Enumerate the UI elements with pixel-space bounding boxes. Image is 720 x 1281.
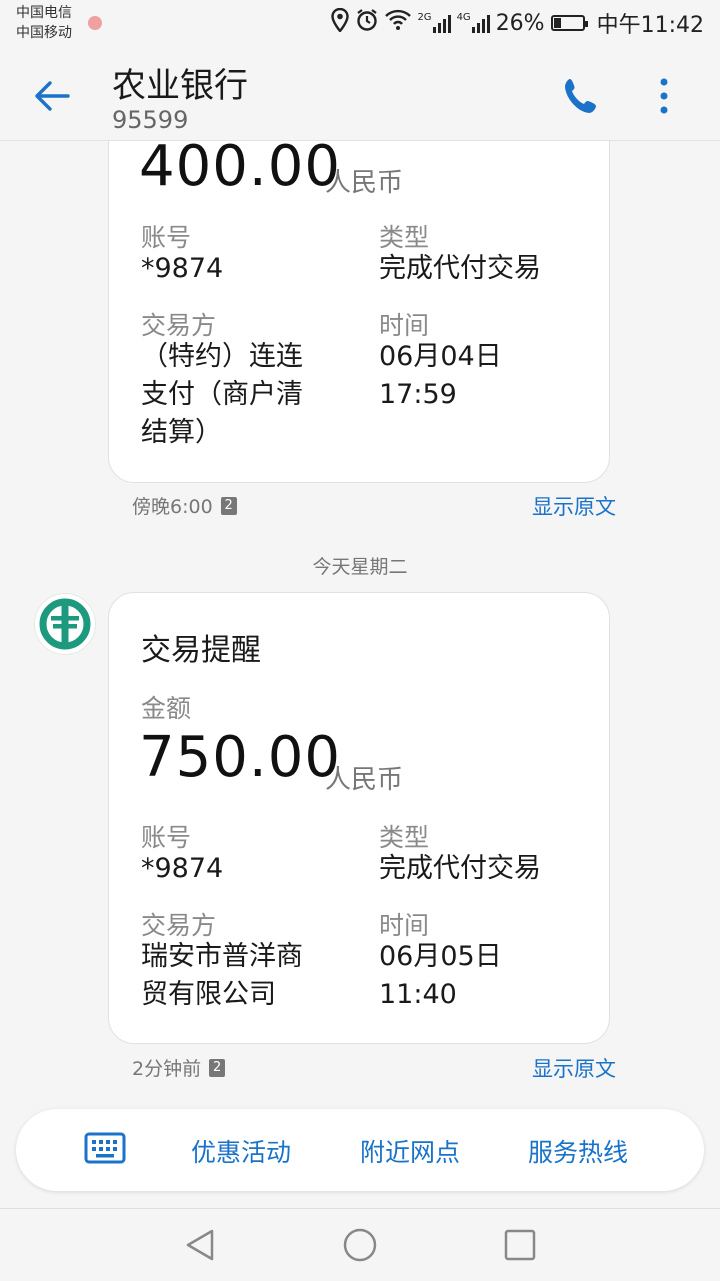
service-menu-bar: 优惠活动 附近网点 服务热线 — [16, 1109, 704, 1191]
sender-avatar — [34, 593, 96, 655]
sim-badge: 2 — [220, 496, 237, 515]
nav-back-button[interactable] — [182, 1227, 218, 1263]
party-value-line-2: 支付（商户清 — [141, 379, 303, 410]
battery-icon — [550, 15, 588, 31]
conversation-number: 95599 — [112, 106, 189, 134]
app-bar: 农业银行 95599 — [0, 48, 720, 141]
day-separator: 今天星期二 — [312, 556, 408, 578]
type-value: 完成代付交易 — [379, 853, 541, 884]
more-options-button[interactable] — [644, 72, 684, 120]
time-value-clock: 11:40 — [379, 979, 457, 1010]
time-label: 时间 — [379, 911, 430, 940]
party-value-line-3: 结算） — [141, 417, 222, 448]
alarm-icon — [355, 8, 379, 38]
party-value-line-1: 瑞安市普洋商 — [141, 941, 303, 972]
signal-1-icon — [432, 13, 451, 33]
network-type-2: 4G — [456, 12, 471, 23]
message-title: 交易提醒 — [141, 633, 261, 668]
message-timestamp: 2分钟前 — [132, 1058, 202, 1080]
time-value-date: 06月05日 — [379, 941, 502, 972]
sim-badge: 2 — [209, 1058, 226, 1077]
party-value-line-2: 贸有限公司 — [141, 979, 276, 1010]
menu-nearby-branches[interactable]: 附近网点 — [360, 1133, 460, 1169]
account-label: 账号 — [141, 223, 192, 252]
party-label: 交易方 — [141, 311, 217, 340]
time-value-clock: 17:59 — [379, 379, 457, 410]
currency-label: 人民币 — [325, 168, 404, 198]
carrier-1: 中国电信 — [16, 5, 72, 21]
nav-home-button[interactable] — [342, 1227, 378, 1263]
amount-value: 400.00 — [139, 141, 341, 199]
wifi-icon — [385, 9, 412, 37]
message-meta: 傍晚6:00 2 — [132, 492, 237, 519]
circle-home-icon — [343, 1228, 377, 1262]
square-recents-icon — [504, 1229, 536, 1261]
system-nav-bar — [0, 1208, 720, 1281]
notification-icon — [88, 16, 102, 30]
carrier-2: 中国移动 — [16, 25, 72, 41]
clock: 中午11:42 — [596, 13, 704, 38]
nav-recents-button[interactable] — [502, 1227, 538, 1263]
more-vertical-icon — [660, 78, 668, 114]
account-value: *9874 — [141, 253, 224, 284]
status-bar: 中国电信 中国移动 2G 4G 26% 中午11:42 — [0, 0, 720, 48]
triangle-back-icon — [186, 1229, 214, 1261]
account-label: 账号 — [141, 823, 192, 852]
time-value-date: 06月04日 — [379, 341, 502, 372]
menu-promotions[interactable]: 优惠活动 — [191, 1133, 291, 1169]
menu-service-hotline[interactable]: 服务热线 — [528, 1133, 628, 1169]
signal-2-icon — [471, 13, 490, 33]
message-bubble[interactable]: 400.00 人民币 账号 *9874 类型 完成代付交易 交易方 （特约）连连… — [108, 141, 610, 483]
abc-bank-logo-icon — [39, 598, 91, 650]
account-value: *9874 — [141, 853, 224, 884]
party-value-line-1: （特约）连连 — [141, 341, 303, 372]
type-label: 类型 — [379, 823, 430, 852]
message-meta: 2分钟前 2 — [132, 1054, 226, 1081]
keyboard-icon — [84, 1132, 126, 1164]
back-button[interactable] — [30, 74, 80, 118]
conversation-title: 农业银行 — [112, 66, 248, 106]
party-label: 交易方 — [141, 911, 217, 940]
message-bubble[interactable]: 交易提醒 金额 750.00 人民币 账号 *9874 类型 完成代付交易 交易… — [108, 592, 610, 1044]
phone-icon — [565, 79, 596, 113]
message-list[interactable]: 400.00 人民币 账号 *9874 类型 完成代付交易 交易方 （特约）连连… — [0, 141, 720, 1107]
message-timestamp: 傍晚6:00 — [132, 496, 213, 518]
show-original-link[interactable]: 显示原文 — [532, 491, 616, 521]
type-value: 完成代付交易 — [379, 253, 541, 284]
keyboard-toggle-button[interactable] — [84, 1131, 126, 1165]
battery-percent: 26% — [495, 10, 545, 36]
status-icons: 2G 4G 26% 中午11:42 — [331, 7, 704, 38]
type-label: 类型 — [379, 223, 430, 252]
amount-value: 750.00 — [139, 725, 341, 790]
call-button[interactable] — [560, 74, 608, 118]
amount-label: 金额 — [141, 694, 192, 723]
location-icon — [331, 7, 350, 38]
show-original-link[interactable]: 显示原文 — [532, 1053, 616, 1083]
currency-label: 人民币 — [325, 765, 404, 795]
back-arrow-icon — [35, 81, 70, 111]
network-type-1: 2G — [417, 12, 432, 23]
time-label: 时间 — [379, 311, 430, 340]
